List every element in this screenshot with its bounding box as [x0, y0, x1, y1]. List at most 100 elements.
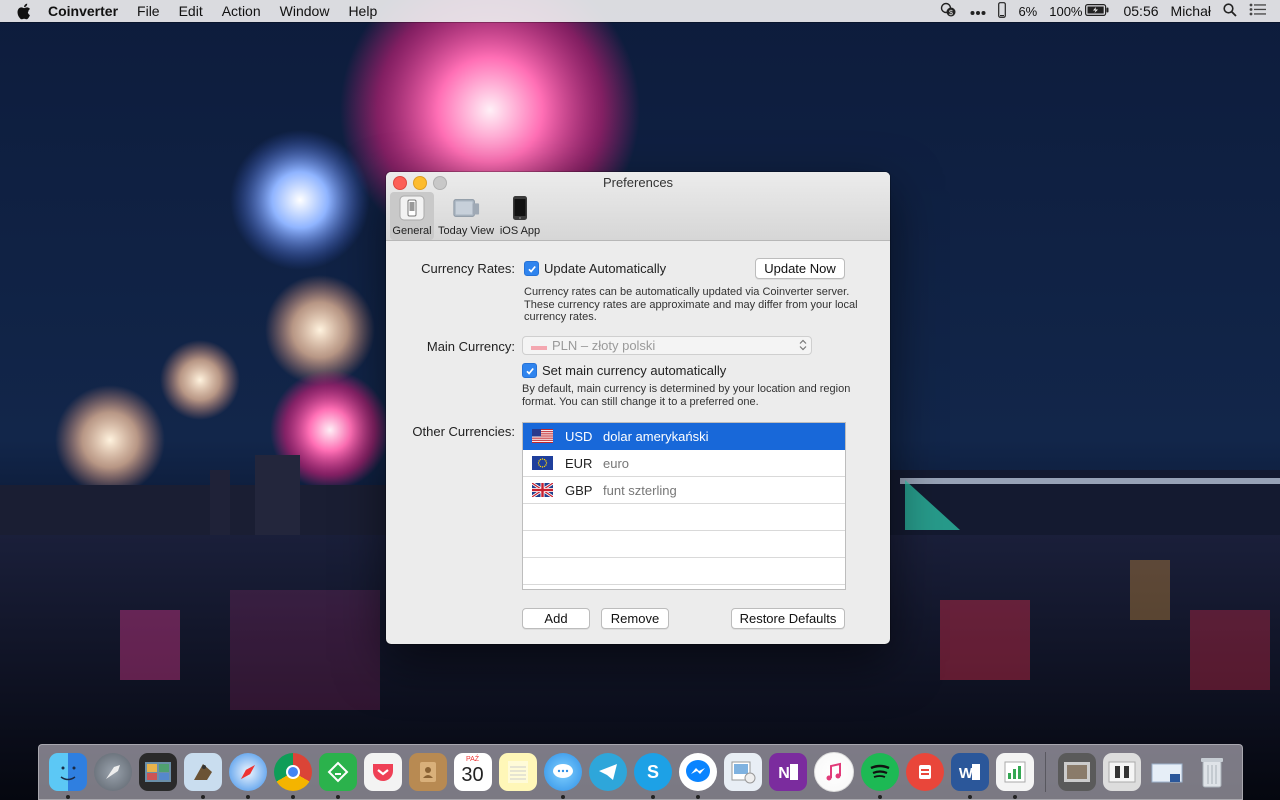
us-flag-icon: [532, 429, 553, 443]
calendar-icon[interactable]: PAŹ 30: [453, 753, 492, 791]
battery-icon: [1085, 3, 1109, 19]
set-main-auto-label: Set main currency automatically: [542, 363, 727, 378]
tab-ios-app[interactable]: iOS App: [498, 192, 542, 240]
menu-bar: Coinverter File Edit Action Window Help …: [0, 0, 1280, 22]
currency-name: euro: [603, 455, 630, 471]
coinverter-status-icon[interactable]: $: [940, 2, 958, 21]
tab-general[interactable]: General: [390, 192, 434, 240]
remove-button[interactable]: Remove: [601, 608, 669, 629]
tab-today-view[interactable]: Today View: [438, 192, 494, 240]
eu-flag-icon: [532, 456, 553, 470]
dock: PAŹ 30 S N W: [38, 744, 1243, 800]
preferences-window: Preferences General Today View iOS App C…: [386, 172, 890, 644]
update-note-line: These currency rates are approximate and…: [524, 298, 858, 311]
menu-edit[interactable]: Edit: [179, 3, 203, 19]
image-capture-icon[interactable]: [138, 753, 177, 791]
apple-menu-icon[interactable]: [16, 2, 34, 20]
uk-flag-icon: [532, 483, 553, 497]
select-arrows-icon: [799, 339, 807, 351]
window-toolbar: Preferences General Today View iOS App: [386, 172, 890, 241]
battery-status[interactable]: 100%: [1049, 3, 1109, 19]
currency-code: EUR: [565, 455, 593, 471]
currency-rates-label: Currency Rates:: [421, 261, 515, 276]
menu-action[interactable]: Action: [222, 3, 261, 19]
main-currency-select[interactable]: PLN – złoty polski: [522, 336, 812, 355]
update-automatically-checkbox[interactable]: Update Automatically: [524, 261, 666, 276]
table-row[interactable]: GBP funt szterling: [523, 477, 845, 504]
spotify-icon[interactable]: [860, 753, 899, 799]
preview-bird-icon[interactable]: [183, 753, 222, 799]
currency-code: USD: [565, 428, 593, 444]
finder-icon[interactable]: [48, 753, 87, 799]
update-note: Currency rates can be automatically upda…: [524, 286, 864, 324]
contacts-icon[interactable]: [408, 753, 447, 791]
downloads-icon[interactable]: [1148, 753, 1186, 791]
skype-icon[interactable]: S: [633, 753, 672, 799]
feedly-icon[interactable]: [318, 753, 357, 799]
empty-row: [523, 558, 845, 585]
add-button[interactable]: Add: [522, 608, 590, 629]
iphone-icon: [506, 194, 534, 222]
currency-code: GBP: [565, 482, 593, 498]
phone-battery-icon[interactable]: [998, 1, 1007, 21]
more-icon[interactable]: [970, 3, 986, 19]
notes-icon[interactable]: [498, 753, 537, 791]
general-icon: [398, 194, 426, 222]
svg-text:W: W: [958, 765, 973, 782]
checkbox-checked-icon: [522, 363, 537, 378]
other-currencies-table[interactable]: USD dolar amerykański EUR euro GBP funt …: [522, 422, 846, 590]
svg-text:$: $: [949, 10, 953, 17]
word-icon[interactable]: W: [950, 753, 989, 799]
preferences-tabs: General Today View iOS App: [390, 192, 546, 240]
dock-separator: [1045, 752, 1046, 792]
messenger-icon[interactable]: [678, 753, 717, 799]
calendar-month: PAŹ: [465, 756, 480, 763]
onenote-icon[interactable]: N: [768, 753, 807, 791]
other-currencies-label: Other Currencies:: [412, 424, 515, 439]
table-row[interactable]: USD dolar amerykański: [523, 423, 845, 450]
menu-help[interactable]: Help: [348, 3, 377, 19]
main-note-line: By default, main currency is determined …: [522, 383, 851, 395]
chrome-icon[interactable]: [273, 753, 312, 799]
preview-icon[interactable]: [723, 753, 762, 791]
empty-row: [523, 531, 845, 558]
battery-percent: 100%: [1049, 3, 1083, 19]
itunes-icon[interactable]: [813, 752, 854, 792]
empty-row: [523, 504, 845, 531]
table-row[interactable]: EUR euro: [523, 450, 845, 477]
main-note-line: format. You can still change it to a pre…: [522, 395, 759, 408]
notification-center-icon[interactable]: [1249, 3, 1266, 19]
trash-icon[interactable]: [1193, 753, 1231, 791]
general-pane: Currency Rates: Update Automatically Upd…: [386, 241, 890, 644]
spotlight-icon[interactable]: [1223, 2, 1237, 20]
folder-stack-2-icon[interactable]: [1102, 753, 1141, 791]
clock[interactable]: 05:56: [1123, 3, 1158, 19]
update-now-button[interactable]: Update Now: [755, 258, 845, 279]
menu-file[interactable]: File: [137, 3, 160, 19]
pocket-icon[interactable]: [363, 753, 402, 791]
telegram-icon[interactable]: [588, 753, 627, 791]
main-currency-label: Main Currency:: [426, 339, 515, 354]
menu-window[interactable]: Window: [280, 3, 330, 19]
currency-name: dolar amerykański: [603, 428, 709, 444]
safari-icon[interactable]: [228, 753, 267, 799]
checkbox-checked-icon: [524, 261, 539, 276]
set-main-auto-checkbox[interactable]: Set main currency automatically: [522, 363, 726, 378]
calendar-day: 30: [461, 764, 484, 786]
tab-ios-app-label: iOS App: [499, 225, 541, 237]
tab-general-label: General: [392, 225, 432, 237]
numbers-icon[interactable]: [995, 753, 1034, 799]
user-menu[interactable]: Michał: [1171, 3, 1211, 19]
update-note-line: Currency rates can be automatically upda…: [524, 286, 850, 298]
coinverter-icon[interactable]: [905, 753, 944, 791]
tab-today-view-label: Today View: [437, 225, 495, 237]
restore-defaults-button[interactable]: Restore Defaults: [731, 608, 845, 629]
messages-icon[interactable]: [543, 753, 582, 799]
folder-stack-icon[interactable]: [1057, 753, 1096, 791]
today-view-icon: [452, 194, 480, 222]
launchpad-icon[interactable]: [93, 753, 132, 791]
app-menu[interactable]: Coinverter: [48, 3, 118, 19]
main-currency-value: PLN – złoty polski: [552, 338, 656, 353]
window-title: Preferences: [602, 175, 674, 190]
main-currency-note: By default, main currency is determined …: [522, 383, 862, 408]
